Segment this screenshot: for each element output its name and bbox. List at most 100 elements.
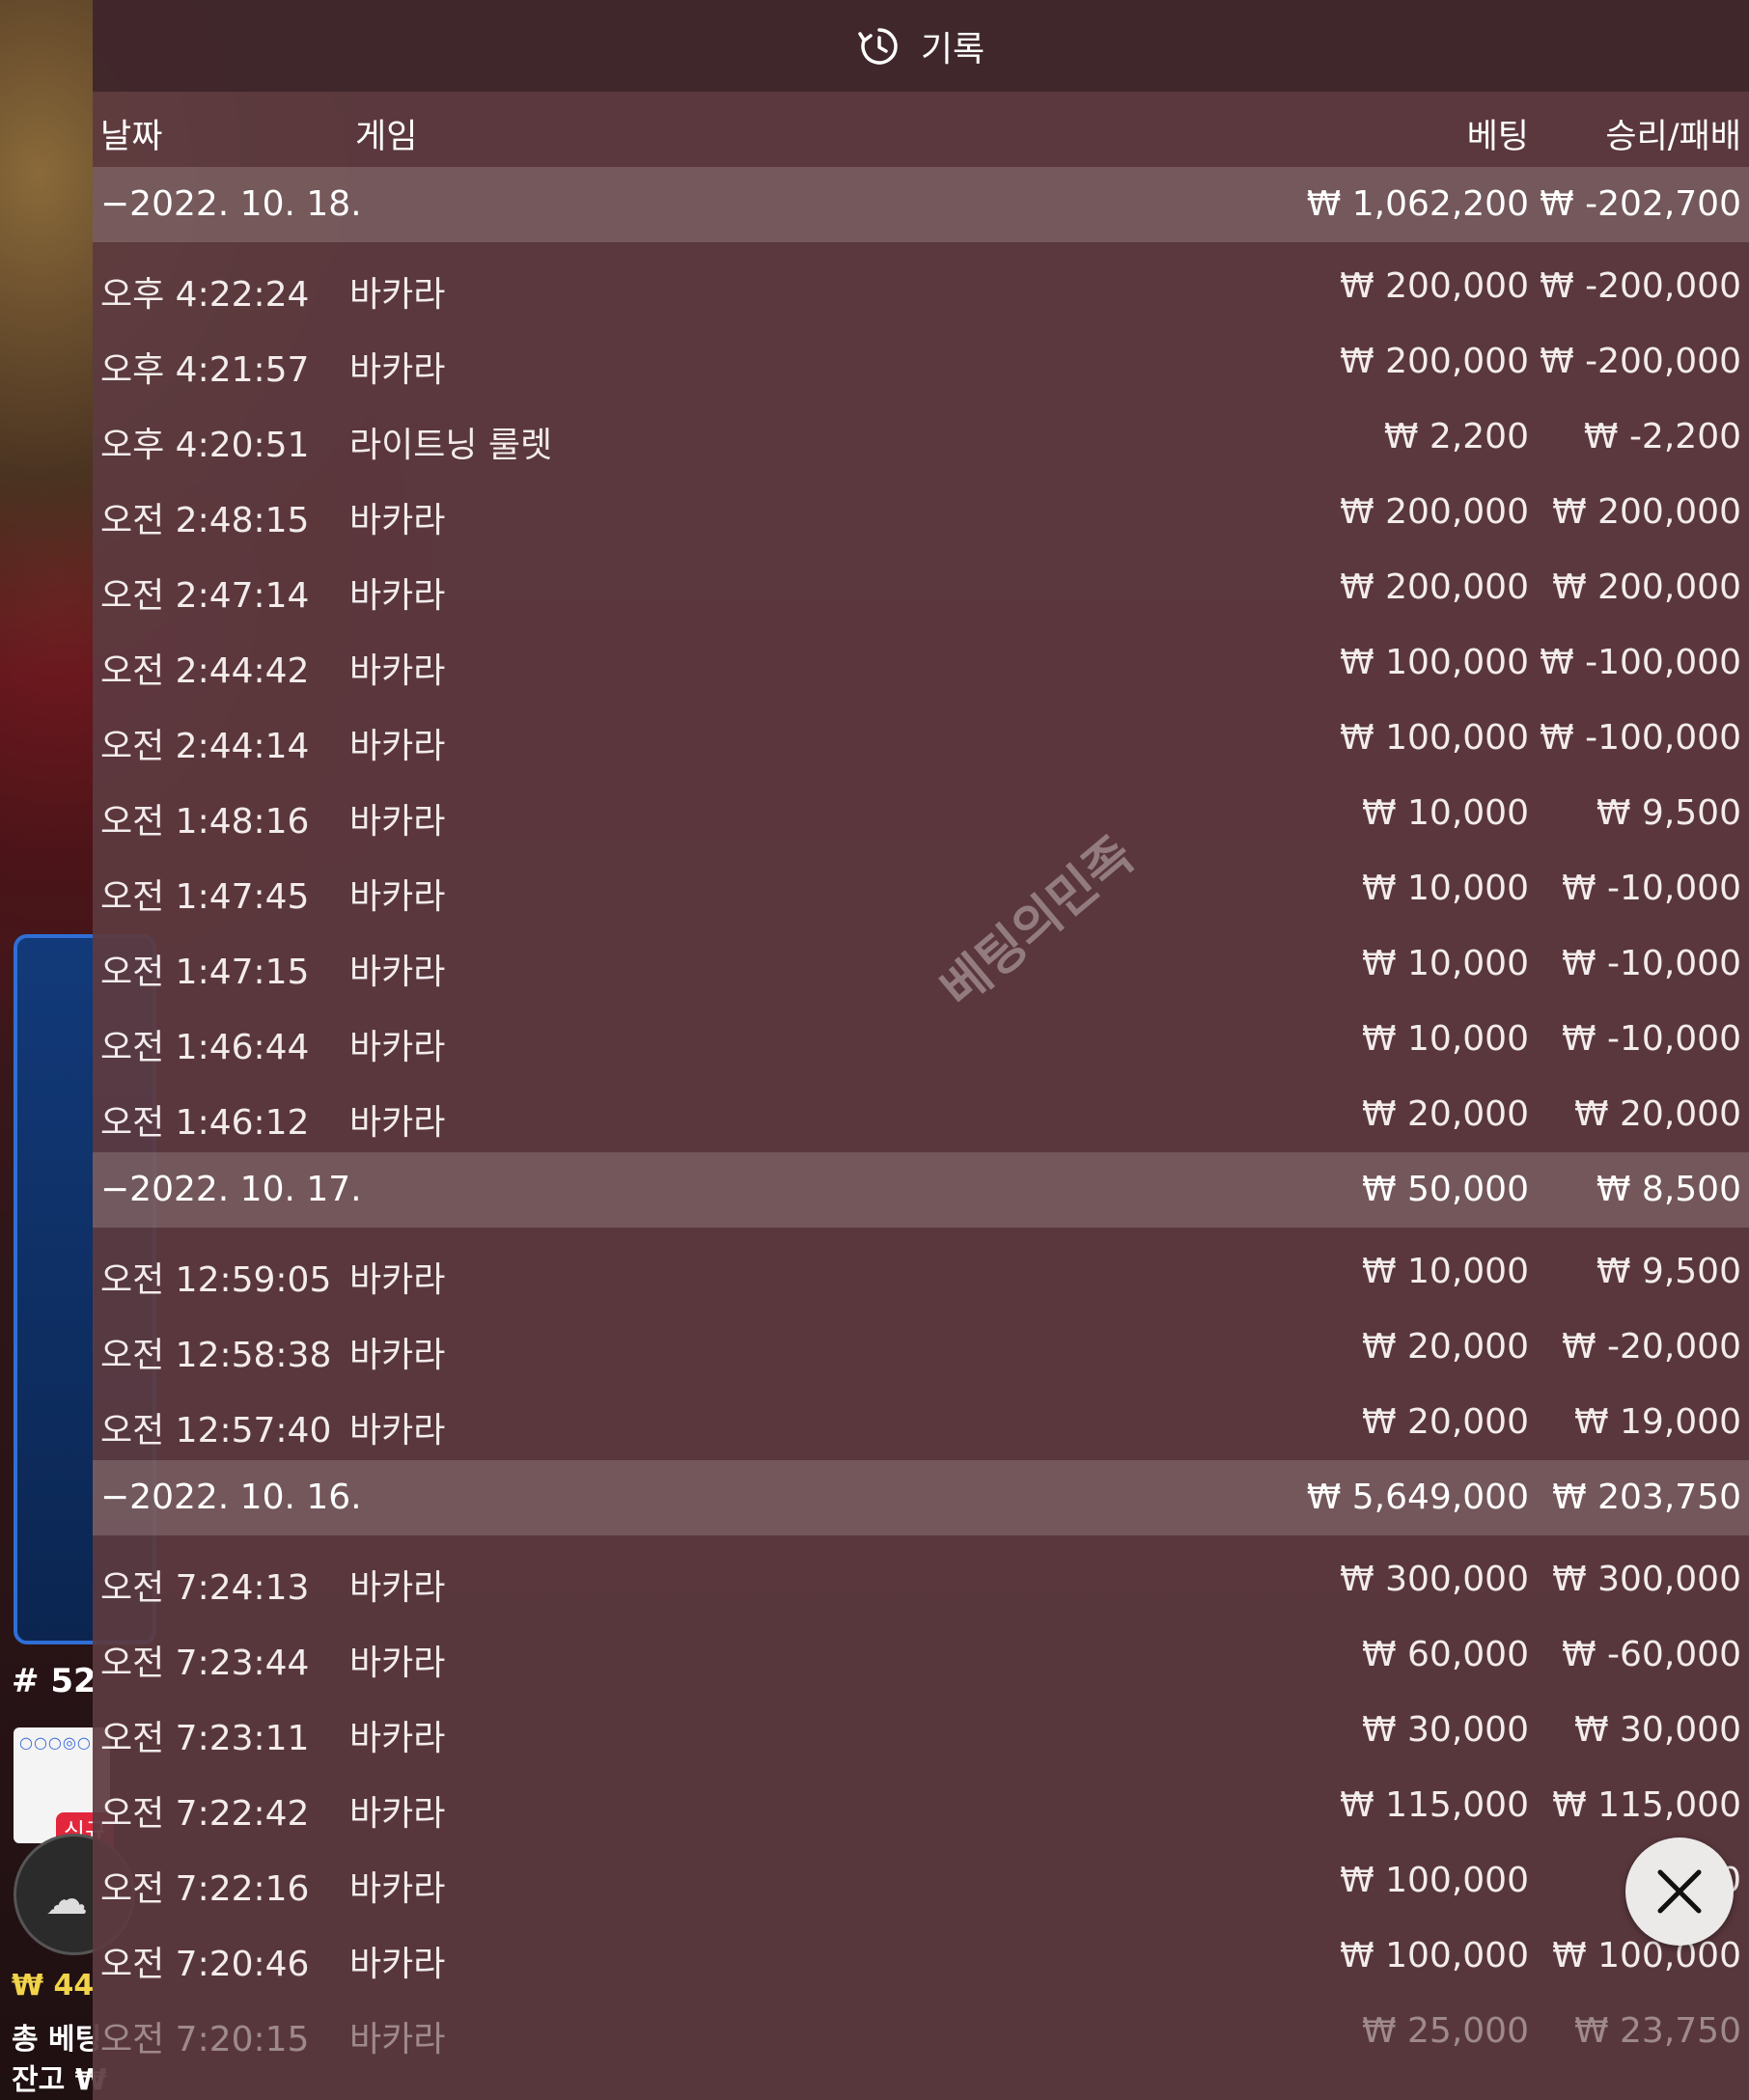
history-row[interactable]: 오전 7:22:42 바카라 ₩ 115,000 ₩ 115,000	[93, 1768, 1749, 1843]
roadmap-dots: ○○○◎○	[19, 1733, 92, 1752]
history-row[interactable]: 오전 1:47:45 바카라 ₩ 10,000 ₩ -10,000	[93, 851, 1749, 926]
row-game: 바카라	[349, 953, 446, 992]
group-date: −2022. 10. 17.	[100, 1170, 362, 1209]
row-time: 오전 1:46:44	[100, 1028, 310, 1067]
chat-icon: ☁	[45, 1875, 88, 1924]
row-time: 오전 1:47:45	[100, 877, 310, 917]
row-bet: ₩ 10,000	[1361, 944, 1529, 983]
history-row[interactable]: 오후 4:22:24 바카라 ₩ 200,000 ₩ -200,000	[93, 249, 1749, 324]
group-date: −2022. 10. 18.	[100, 184, 362, 224]
row-win-loss: ₩ 9,500	[1596, 793, 1741, 833]
history-row[interactable]: 오전 2:44:14 바카라 ₩ 100,000 ₩ -100,000	[93, 701, 1749, 776]
row-bet: ₩ 10,000	[1361, 869, 1529, 908]
date-group-row[interactable]: −2022. 10. 16. ₩ 5,649,000 ₩ 203,750	[93, 1460, 1749, 1535]
balance-amount: ₩ 44	[12, 1969, 95, 2003]
history-row[interactable]: 오전 2:47:14 바카라 ₩ 200,000 ₩ 200,000	[93, 550, 1749, 625]
history-list[interactable]: −2022. 10. 18. ₩ 1,062,200 ₩ -202,700 오후 4:…	[93, 167, 1749, 2069]
row-win-loss: ₩ -100,000	[1540, 718, 1741, 758]
row-time: 오전 2:44:42	[100, 651, 310, 691]
column-date: 날짜	[100, 118, 163, 156]
row-bet: ₩ 200,000	[1340, 342, 1529, 381]
row-bet: ₩ 200,000	[1340, 266, 1529, 306]
row-time: 오후 4:20:51	[100, 426, 310, 465]
row-bet: ₩ 100,000	[1340, 1861, 1529, 1900]
row-bet: ₩ 20,000	[1361, 1094, 1529, 1134]
row-win-loss: ₩ 20,000	[1573, 1094, 1741, 1134]
row-game: 바카라	[349, 576, 446, 616]
row-win-loss: ₩ 115,000	[1552, 1785, 1741, 1825]
column-header-row: 날짜 게임 베팅 승리/패배	[93, 92, 1749, 167]
row-game: 바카라	[349, 1568, 446, 1608]
row-time: 오후 4:22:24	[100, 275, 310, 315]
round-number: # 52	[12, 1662, 97, 1700]
row-bet: ₩ 100,000	[1340, 718, 1529, 758]
group-win-loss-total: ₩ 203,750	[1552, 1478, 1741, 1517]
row-time: 오전 12:58:38	[100, 1336, 332, 1375]
row-game: 바카라	[349, 1869, 446, 1909]
row-bet: ₩ 200,000	[1340, 567, 1529, 607]
row-win-loss: ₩ -200,000	[1540, 266, 1741, 306]
history-row[interactable]: 오전 2:48:15 바카라 ₩ 200,000 ₩ 200,000	[93, 475, 1749, 550]
row-win-loss: ₩ 200,000	[1552, 567, 1741, 607]
row-win-loss: ₩ -2,200	[1583, 417, 1741, 456]
history-row[interactable]: 오전 12:57:40 바카라 ₩ 20,000 ₩ 19,000	[93, 1385, 1749, 1460]
row-time: 오전 1:47:15	[100, 953, 310, 992]
row-win-loss: ₩ -200,000	[1540, 342, 1741, 381]
row-game: 바카라	[349, 1260, 446, 1300]
row-win-loss: ₩ -10,000	[1562, 869, 1741, 908]
row-game: 바카라	[349, 350, 446, 390]
row-bet: ₩ 30,000	[1361, 1710, 1529, 1750]
history-row[interactable]: 오전 1:47:15 바카라 ₩ 10,000 ₩ -10,000	[93, 926, 1749, 1002]
history-row[interactable]: 오후 4:20:51 라이트닝 룰렛 ₩ 2,200 ₩ -2,200	[93, 400, 1749, 475]
date-group-row[interactable]: −2022. 10. 18. ₩ 1,062,200 ₩ -202,700	[93, 167, 1749, 242]
history-row[interactable]: 오전 2:44:42 바카라 ₩ 100,000 ₩ -100,000	[93, 625, 1749, 701]
row-time: 오전 7:23:11	[100, 1719, 310, 1758]
history-row[interactable]: 오전 7:23:44 바카라 ₩ 60,000 ₩ -60,000	[93, 1617, 1749, 1693]
group-bet-total: ₩ 1,062,200	[1306, 184, 1529, 224]
group-win-loss-total: ₩ 8,500	[1596, 1170, 1741, 1209]
row-game: 바카라	[349, 1719, 446, 1758]
row-win-loss: ₩ -60,000	[1562, 1635, 1741, 1674]
row-time: 오전 2:48:15	[100, 501, 310, 540]
row-time: 오전 7:20:46	[100, 1945, 310, 1984]
history-row[interactable]: 오전 7:20:15 바카라 ₩ 25,000 ₩ 23,750	[93, 1994, 1749, 2069]
history-row[interactable]: 오전 7:22:16바카라₩ 100,000₩ 0	[93, 1843, 1749, 1919]
row-bet: ₩ 115,000	[1340, 1785, 1529, 1825]
history-row[interactable]: 오후 4:21:57 바카라 ₩ 200,000 ₩ -200,000	[93, 324, 1749, 400]
row-game: 바카라	[349, 802, 446, 842]
panel-header: 기록	[93, 0, 1749, 92]
row-bet: ₩ 20,000	[1361, 1327, 1529, 1367]
row-win-loss: ₩ 100,000	[1552, 1936, 1741, 1976]
row-win-loss: ₩ 200,000	[1552, 492, 1741, 532]
history-row[interactable]: 오전 1:46:44 바카라 ₩ 10,000 ₩ -10,000	[93, 1002, 1749, 1077]
row-win-loss: ₩ -10,000	[1562, 1019, 1741, 1059]
group-win-loss-total: ₩ -202,700	[1540, 184, 1741, 224]
row-win-loss: ₩ 9,500	[1596, 1252, 1741, 1291]
history-row[interactable]: 오전 1:48:16 바카라 ₩ 10,000 ₩ 9,500	[93, 776, 1749, 851]
row-game: 바카라	[349, 1028, 446, 1067]
row-bet: ₩ 10,000	[1361, 1252, 1529, 1291]
history-row[interactable]: 오전 1:46:12 바카라 ₩ 20,000 ₩ 20,000	[93, 1077, 1749, 1152]
row-win-loss: ₩ -10,000	[1562, 944, 1741, 983]
history-row[interactable]: 오전 7:24:13 바카라 ₩ 300,000 ₩ 300,000	[93, 1542, 1749, 1617]
date-group-row[interactable]: −2022. 10. 17. ₩ 50,000 ₩ 8,500	[93, 1152, 1749, 1228]
group-bet-total: ₩ 50,000	[1361, 1170, 1529, 1209]
row-time: 오전 12:57:40	[100, 1411, 332, 1451]
row-bet: ₩ 25,000	[1361, 2011, 1529, 2051]
close-icon	[1657, 1869, 1702, 1914]
column-bet: 베팅	[1466, 118, 1529, 156]
row-bet: ₩ 200,000	[1340, 492, 1529, 532]
row-win-loss: ₩ 300,000	[1552, 1560, 1741, 1599]
row-game: 바카라	[349, 651, 446, 691]
row-game: 바카라	[349, 727, 446, 766]
history-row[interactable]: 오전 12:58:38 바카라 ₩ 20,000 ₩ -20,000	[93, 1310, 1749, 1385]
row-bet: ₩ 100,000	[1340, 1936, 1529, 1976]
row-game: 바카라	[349, 501, 446, 540]
history-clock-icon	[858, 27, 898, 65]
close-button[interactable]	[1625, 1838, 1734, 1946]
history-row[interactable]: 오전 7:20:46 바카라 ₩ 100,000 ₩ 100,000	[93, 1919, 1749, 1994]
row-time: 오전 7:22:16	[100, 1869, 310, 1909]
row-time: 오후 4:21:57	[100, 350, 310, 390]
history-row[interactable]: 오전 7:23:11 바카라 ₩ 30,000 ₩ 30,000	[93, 1693, 1749, 1768]
history-row[interactable]: 오전 12:59:05 바카라 ₩ 10,000 ₩ 9,500	[93, 1234, 1749, 1310]
